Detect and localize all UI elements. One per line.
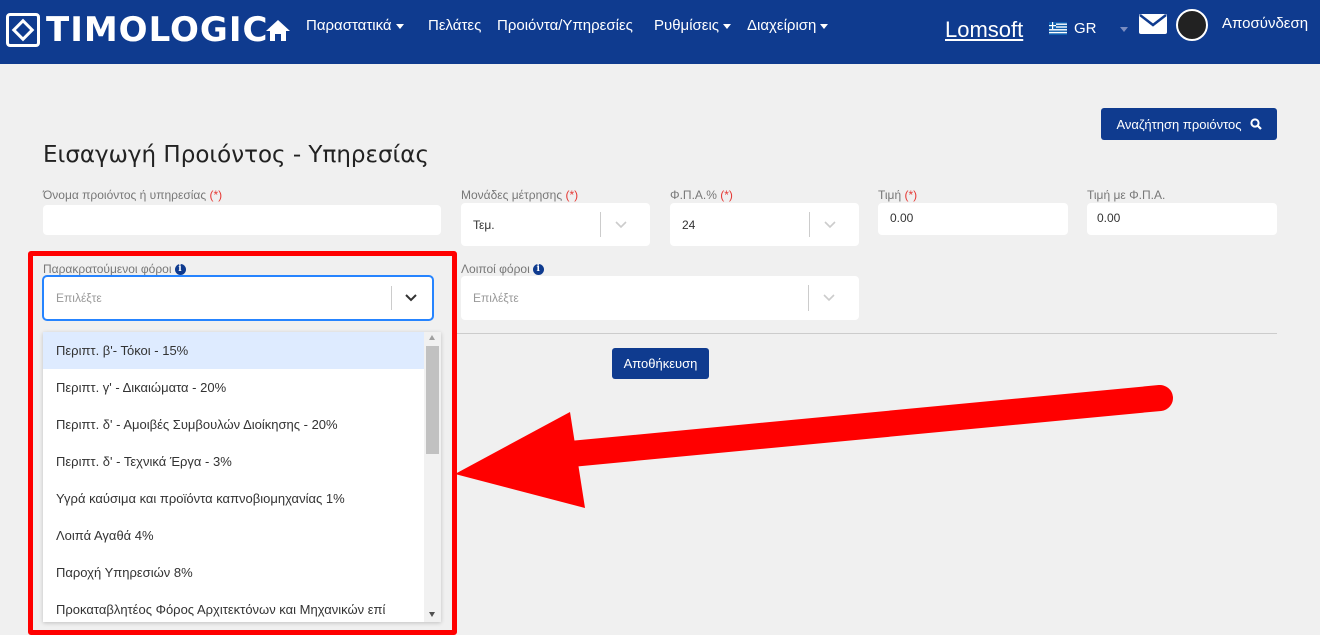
product-name-label: Όνομα προιόντος ή υπηρεσίας (*): [43, 188, 223, 202]
greek-flag-icon[interactable]: [1049, 22, 1067, 35]
nav-settings[interactable]: Ρυθμίσεις: [654, 17, 732, 34]
select-separator: [600, 212, 601, 237]
info-icon[interactable]: i: [532, 264, 544, 276]
nav-invoices[interactable]: Παραστατικά: [306, 17, 404, 34]
chevron-down-icon: [615, 220, 627, 228]
price-label: Τιμή (*): [878, 188, 918, 202]
avatar[interactable]: [1176, 9, 1208, 41]
brand-logo[interactable]: TIMOLOGIC: [6, 10, 268, 50]
other-taxes-label: Λοιποί φόροι i: [461, 262, 544, 276]
price-vat-input[interactable]: 0.00: [1087, 203, 1277, 235]
home-icon[interactable]: [264, 16, 292, 44]
chevron-down-icon: [723, 23, 732, 29]
select-separator: [809, 212, 810, 237]
chevron-down-icon[interactable]: [1120, 27, 1128, 32]
price-vat-label: Τιμή με Φ.Π.Α.: [1087, 188, 1166, 202]
save-button[interactable]: Αποθήκευση: [612, 348, 709, 379]
product-name-input[interactable]: [43, 205, 441, 235]
logout-link[interactable]: Αποσύνδεση: [1222, 15, 1308, 32]
page-title: Εισαγωγή Προιόντος - Υπηρεσίας: [43, 142, 429, 168]
mail-icon[interactable]: [1138, 12, 1168, 36]
vat-label: Φ.Π.Α.% (*): [670, 188, 733, 202]
unit-select[interactable]: Τεμ.: [461, 203, 650, 246]
vat-select[interactable]: 24: [670, 203, 859, 246]
search-icon: [1249, 118, 1262, 130]
brand-name: TIMOLOGIC: [46, 10, 269, 50]
company-link[interactable]: Lomsoft: [945, 17, 1023, 43]
language-selector[interactable]: GR: [1074, 20, 1097, 37]
nav-customers[interactable]: Πελάτες: [428, 17, 481, 34]
search-product-button[interactable]: Αναζήτηση προιόντος: [1101, 108, 1277, 140]
logo-icon: [6, 13, 40, 47]
chevron-down-icon: [395, 23, 404, 29]
unit-label: Μονάδες μέτρησης (*): [461, 188, 579, 202]
annotation-highlight-box: [28, 251, 457, 635]
top-navbar: TIMOLOGIC Παραστατικά Πελάτες Προιόντα/Υ…: [0, 0, 1320, 64]
chevron-down-icon: [820, 23, 829, 29]
chevron-down-icon: [823, 294, 835, 302]
nav-products[interactable]: Προιόντα/Υπηρεσίες: [497, 17, 633, 34]
price-input[interactable]: 0.00: [878, 203, 1068, 235]
divider: [455, 333, 1277, 334]
chevron-down-icon: [824, 220, 836, 228]
other-taxes-select[interactable]: Επιλέξτε: [461, 276, 859, 320]
select-separator: [808, 285, 809, 311]
nav-administration[interactable]: Διαχείριση: [747, 17, 829, 34]
